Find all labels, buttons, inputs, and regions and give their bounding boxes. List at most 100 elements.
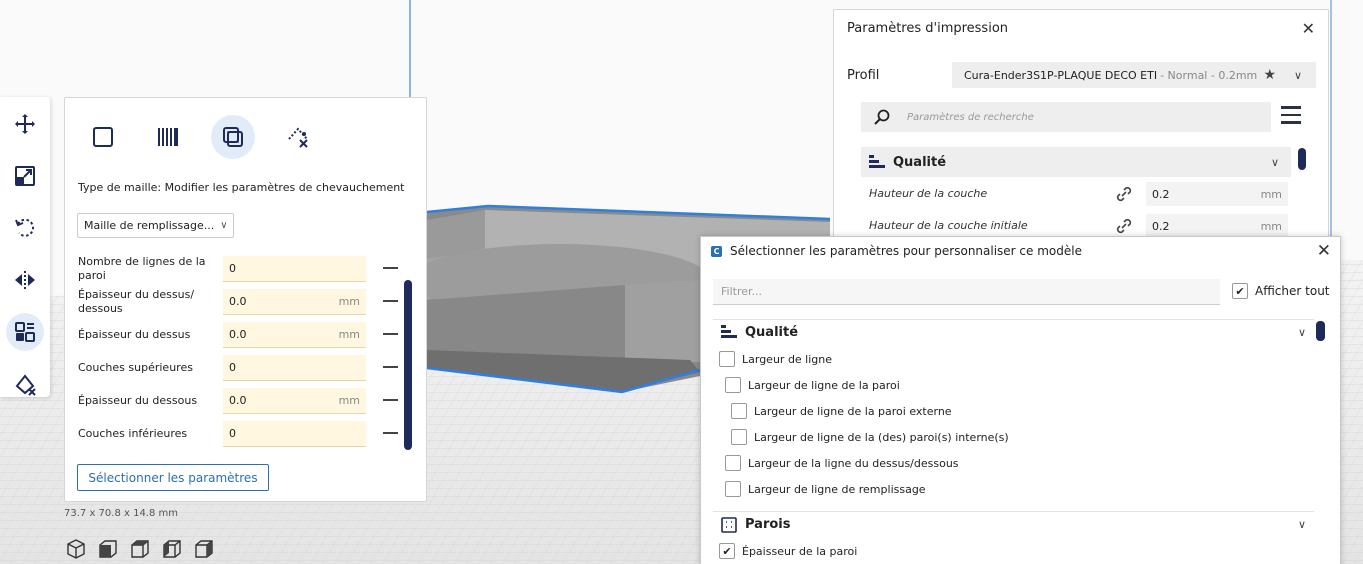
support-mesh-icon — [288, 127, 308, 148]
normal-model-button[interactable] — [81, 115, 125, 159]
setting-label: Couches supérieures — [78, 361, 193, 374]
infill-mesh-button[interactable] — [146, 115, 190, 159]
settings-visibility-menu-icon[interactable] — [1281, 106, 1301, 126]
remove-setting-icon[interactable] — [383, 399, 398, 401]
remove-setting-icon[interactable] — [383, 432, 398, 434]
setting-value-input[interactable]: 0 — [223, 256, 366, 282]
scrollbar[interactable] — [1316, 321, 1325, 341]
dialog-title: Sélectionner les paramètres pour personn… — [730, 244, 1082, 258]
support-mesh-button[interactable] — [276, 115, 320, 159]
setting-unit: mm — [338, 328, 360, 341]
remove-setting-icon[interactable] — [383, 333, 398, 335]
checkbox[interactable] — [725, 377, 741, 393]
move-icon — [15, 114, 35, 134]
setting-label: Épaisseur du dessus — [78, 328, 191, 341]
mirror-tool-button[interactable] — [6, 261, 44, 299]
scale-icon — [15, 166, 35, 186]
profile-quality: - Normal - 0.2mm — [1160, 68, 1258, 82]
left-view-button[interactable] — [161, 538, 183, 560]
remove-setting-icon[interactable] — [383, 267, 398, 269]
setting-value-input[interactable]: 0 — [223, 355, 366, 381]
scrollbar[interactable] — [1298, 148, 1306, 170]
setting-value-input[interactable]: 0.0 mm — [223, 388, 366, 414]
dialog-category-header[interactable]: Parois ∨ — [713, 511, 1314, 537]
show-all-label: Afficher tout — [1255, 284, 1330, 298]
dialog-setting-item[interactable]: Largeur de ligne de la paroi — [725, 375, 900, 395]
chevron-down-icon: ∨ — [220, 220, 228, 231]
link-icon[interactable] — [1115, 185, 1133, 203]
dialog-setting-item[interactable]: Largeur de la ligne du dessus/dessous — [725, 453, 959, 473]
dialog-setting-item[interactable]: Largeur de ligne de la (des) paroi(s) in… — [731, 427, 1009, 447]
chevron-down-icon: ∨ — [1270, 155, 1279, 169]
quality-category-header[interactable]: Qualité ∨ — [861, 147, 1291, 177]
setting-value-input[interactable]: 0.0 mm — [223, 289, 366, 315]
top-view-button[interactable] — [129, 538, 151, 560]
setting-label: Hauteur de la couche — [869, 187, 988, 200]
3d-view-icon — [67, 539, 85, 559]
front-view-icon — [99, 540, 117, 558]
top-view-icon — [131, 540, 149, 558]
left-view-icon — [163, 540, 181, 558]
profile-selector[interactable]: Cura-Ender3S1P-PLAQUE DECO ETI - Normal … — [952, 62, 1316, 88]
setting-label: Largeur de ligne — [742, 352, 833, 366]
dialog-setting-item[interactable]: Largeur de ligne de la paroi externe — [731, 401, 952, 421]
setting-unit: mm — [338, 295, 360, 308]
link-icon[interactable] — [1115, 217, 1133, 235]
search-icon — [874, 109, 890, 125]
checkbox[interactable] — [731, 429, 747, 445]
show-all-checkbox[interactable]: ✔ Afficher tout — [1232, 283, 1330, 299]
mesh-type-dropdown-value: Maille de remplissage... — [84, 219, 215, 232]
move-tool-button[interactable] — [6, 105, 44, 143]
mirror-icon — [15, 271, 35, 289]
setting-unit: mm — [338, 394, 360, 407]
remove-setting-icon[interactable] — [383, 366, 398, 368]
setting-value-input[interactable]: 0.2 mm — [1146, 182, 1288, 206]
checkbox[interactable]: ✔ — [1232, 283, 1248, 299]
settings-search-input[interactable]: Paramètres de recherche — [861, 102, 1271, 132]
dialog-setting-item[interactable]: ✔ Épaisseur de la paroi — [719, 541, 857, 561]
checkbox[interactable] — [719, 351, 735, 367]
setting-label: Largeur de ligne de la paroi externe — [754, 404, 952, 418]
mesh-type-dropdown[interactable]: Maille de remplissage... ∨ — [77, 213, 234, 238]
support-blocker-tool-button[interactable] — [6, 365, 44, 403]
rotate-tool-button[interactable] — [6, 209, 44, 247]
3d-view-button[interactable] — [65, 538, 87, 560]
select-settings-button[interactable]: Sélectionner les paramètres — [77, 464, 269, 491]
scrollbar[interactable] — [404, 280, 412, 450]
scale-tool-button[interactable] — [6, 157, 44, 195]
checkbox[interactable] — [725, 481, 741, 497]
category-label: Qualité — [893, 154, 947, 170]
close-icon[interactable]: ✕ — [1317, 241, 1331, 261]
checkbox[interactable] — [731, 403, 747, 419]
right-view-button[interactable] — [193, 538, 215, 560]
filter-input[interactable]: Filtrer... — [713, 279, 1220, 305]
setting-label: Largeur de ligne de remplissage — [748, 482, 926, 496]
dialog-setting-item[interactable]: Largeur de ligne — [719, 349, 832, 369]
star-icon[interactable]: ★ — [1263, 67, 1276, 83]
setting-value: 0.2 — [1152, 219, 1170, 233]
per-model-settings-panel: Type de maille: Modifier les paramètres … — [64, 97, 427, 502]
front-view-button[interactable] — [97, 538, 119, 560]
per-model-setting-row: Épaisseur du dessus 0.0 mm — [78, 321, 408, 349]
overlap-mesh-button[interactable] — [211, 115, 255, 159]
setting-value-input[interactable]: 0.2 mm — [1146, 214, 1288, 238]
setting-label: Nombre de lignes de la paroi — [78, 255, 206, 282]
setting-value: 0.0 — [229, 328, 247, 341]
setting-unit: mm — [1260, 187, 1282, 201]
per-model-settings-tool-button[interactable] — [6, 313, 44, 351]
infill-mesh-icon — [158, 128, 178, 146]
setting-value-input[interactable]: 0.0 mm — [223, 322, 366, 348]
setting-value: 0 — [229, 427, 236, 440]
walls-icon — [721, 517, 737, 533]
quality-icon — [721, 325, 737, 338]
overlap-mesh-icon — [223, 127, 243, 147]
remove-setting-icon[interactable] — [383, 300, 398, 302]
checkbox[interactable]: ✔ — [719, 543, 735, 559]
checkbox[interactable] — [725, 455, 741, 471]
setting-label: Épaisseur du dessous — [78, 394, 198, 407]
setting-value-input[interactable]: 0 — [223, 421, 366, 447]
close-icon[interactable]: ✕ — [1302, 19, 1315, 38]
model-dimensions: 73.7 x 70.8 x 14.8 mm — [64, 508, 179, 519]
dialog-category-header[interactable]: Qualité ∨ — [713, 319, 1314, 345]
dialog-setting-item[interactable]: Largeur de ligne de remplissage — [725, 479, 926, 499]
